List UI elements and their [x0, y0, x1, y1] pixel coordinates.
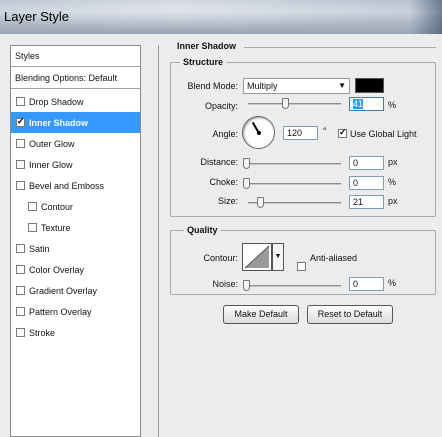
- noise-input[interactable]: 0: [349, 277, 384, 291]
- title-bar-shade: [410, 0, 442, 34]
- angle-label: Angle:: [212, 129, 238, 139]
- size-input[interactable]: 21: [349, 195, 384, 209]
- noise-label: Noise:: [212, 279, 238, 289]
- blend-mode-label: Blend Mode:: [187, 81, 238, 91]
- style-item-satin[interactable]: Satin: [11, 238, 140, 259]
- contour-dropdown-button[interactable]: ▼: [272, 243, 284, 271]
- choke-value: 0: [353, 178, 359, 188]
- style-item-checkbox[interactable]: [16, 307, 25, 316]
- contour-picker[interactable]: [242, 243, 272, 271]
- choke-input[interactable]: 0: [349, 176, 384, 190]
- shadow-color-swatch[interactable]: [355, 78, 384, 93]
- style-item-label: Pattern Overlay: [29, 306, 92, 317]
- reset-to-default-button[interactable]: Reset to Default: [307, 305, 393, 324]
- anti-aliased-checkbox[interactable]: [297, 262, 306, 271]
- angle-value: 120: [287, 128, 303, 138]
- quality-title: Quality: [184, 225, 221, 235]
- inner-shadow-rule: [244, 47, 436, 48]
- style-item-checkbox[interactable]: [16, 328, 25, 337]
- panel-divider: [158, 45, 159, 437]
- styles-list: Styles Blending Options: Default Drop Sh…: [10, 45, 141, 437]
- angle-input[interactable]: 120: [283, 126, 318, 140]
- opacity-slider-track[interactable]: [248, 103, 341, 105]
- style-item-stroke[interactable]: Stroke: [11, 322, 140, 343]
- style-item-checkbox[interactable]: [28, 202, 37, 211]
- style-item-drop-shadow[interactable]: Drop Shadow: [11, 91, 140, 112]
- style-item-texture[interactable]: Texture: [11, 217, 140, 238]
- style-item-checkbox[interactable]: [28, 223, 37, 232]
- style-item-label: Outer Glow: [29, 138, 75, 149]
- style-item-label: Contour: [41, 201, 74, 212]
- distance-slider-thumb[interactable]: [243, 158, 250, 169]
- angle-unit: °: [323, 126, 327, 136]
- inner-shadow-title: Inner Shadow: [174, 41, 240, 51]
- blending-options-item[interactable]: Blending Options: Default: [11, 68, 140, 89]
- blending-options-label: Blending Options: Default: [15, 73, 118, 83]
- blend-mode-select[interactable]: Multiply ▼: [243, 78, 350, 94]
- window-title: Layer Style: [4, 9, 70, 24]
- choke-slider-thumb[interactable]: [243, 178, 250, 189]
- distance-unit: px: [388, 157, 398, 167]
- style-item-gradient-overlay[interactable]: Gradient Overlay: [11, 280, 140, 301]
- noise-slider-track[interactable]: [248, 285, 341, 287]
- style-item-color-overlay[interactable]: Color Overlay: [11, 259, 140, 280]
- noise-slider-thumb[interactable]: [243, 280, 250, 291]
- opacity-input[interactable]: 41: [349, 97, 384, 111]
- choke-unit: %: [388, 177, 397, 187]
- style-item-label: Inner Shadow: [29, 117, 89, 128]
- style-item-label: Stroke: [29, 327, 56, 338]
- style-item-label: Gradient Overlay: [29, 285, 98, 296]
- blend-mode-value: Multiply: [247, 81, 278, 91]
- style-item-contour[interactable]: Contour: [11, 196, 140, 217]
- distance-input[interactable]: 0: [349, 156, 384, 170]
- style-item-label: Satin: [29, 243, 50, 254]
- noise-value: 0: [353, 279, 359, 289]
- style-item-checkbox[interactable]: [16, 244, 25, 253]
- size-unit: px: [388, 196, 398, 206]
- style-item-checkbox[interactable]: [16, 160, 25, 169]
- make-default-button[interactable]: Make Default: [223, 305, 299, 324]
- style-item-label: Texture: [41, 222, 71, 233]
- styles-header-label: Styles: [15, 51, 40, 61]
- style-item-label: Bevel and Emboss: [29, 180, 105, 191]
- distance-label: Distance:: [200, 157, 238, 167]
- style-item-outer-glow[interactable]: Outer Glow: [11, 133, 140, 154]
- style-item-pattern-overlay[interactable]: Pattern Overlay: [11, 301, 140, 322]
- style-item-checkbox[interactable]: [16, 265, 25, 274]
- style-item-checkbox[interactable]: [16, 97, 25, 106]
- style-item-checkbox[interactable]: [16, 181, 25, 190]
- size-slider-thumb[interactable]: [257, 197, 264, 208]
- style-item-bevel-and-emboss[interactable]: Bevel and Emboss: [11, 175, 140, 196]
- opacity-slider-thumb[interactable]: [282, 98, 289, 109]
- size-value: 21: [353, 197, 364, 207]
- opacity-value: 41: [353, 99, 364, 109]
- style-item-label: Drop Shadow: [29, 96, 84, 107]
- styles-header[interactable]: Styles: [11, 46, 140, 67]
- distance-value: 0: [353, 158, 359, 168]
- chevron-down-icon: ▼: [338, 81, 346, 90]
- contour-label: Contour:: [203, 253, 238, 263]
- style-item-label: Color Overlay: [29, 264, 85, 275]
- choke-label: Choke:: [209, 177, 238, 187]
- angle-dial[interactable]: [242, 116, 275, 149]
- angle-dial-center: [257, 131, 261, 135]
- chevron-down-icon: ▼: [274, 253, 282, 260]
- style-item-checkbox[interactable]: [16, 139, 25, 148]
- style-item-checkbox[interactable]: [16, 286, 25, 295]
- distance-slider-track[interactable]: [248, 163, 341, 165]
- style-item-checkbox[interactable]: [16, 116, 25, 127]
- style-item-inner-shadow[interactable]: Inner Shadow: [11, 112, 140, 133]
- style-item-inner-glow[interactable]: Inner Glow: [11, 154, 140, 175]
- noise-unit: %: [388, 278, 397, 288]
- global-light-label: Use Global Light: [350, 129, 417, 139]
- global-light-checkbox[interactable]: [338, 127, 347, 138]
- choke-slider-track[interactable]: [248, 183, 341, 185]
- structure-title: Structure: [180, 57, 227, 67]
- size-label: Size:: [217, 196, 238, 206]
- opacity-unit: %: [388, 100, 397, 110]
- style-item-label: Inner Glow: [29, 159, 73, 170]
- opacity-label: Opacity:: [204, 101, 238, 111]
- contour-preview-icon: [244, 245, 270, 269]
- anti-aliased-label: Anti-aliased: [310, 253, 358, 263]
